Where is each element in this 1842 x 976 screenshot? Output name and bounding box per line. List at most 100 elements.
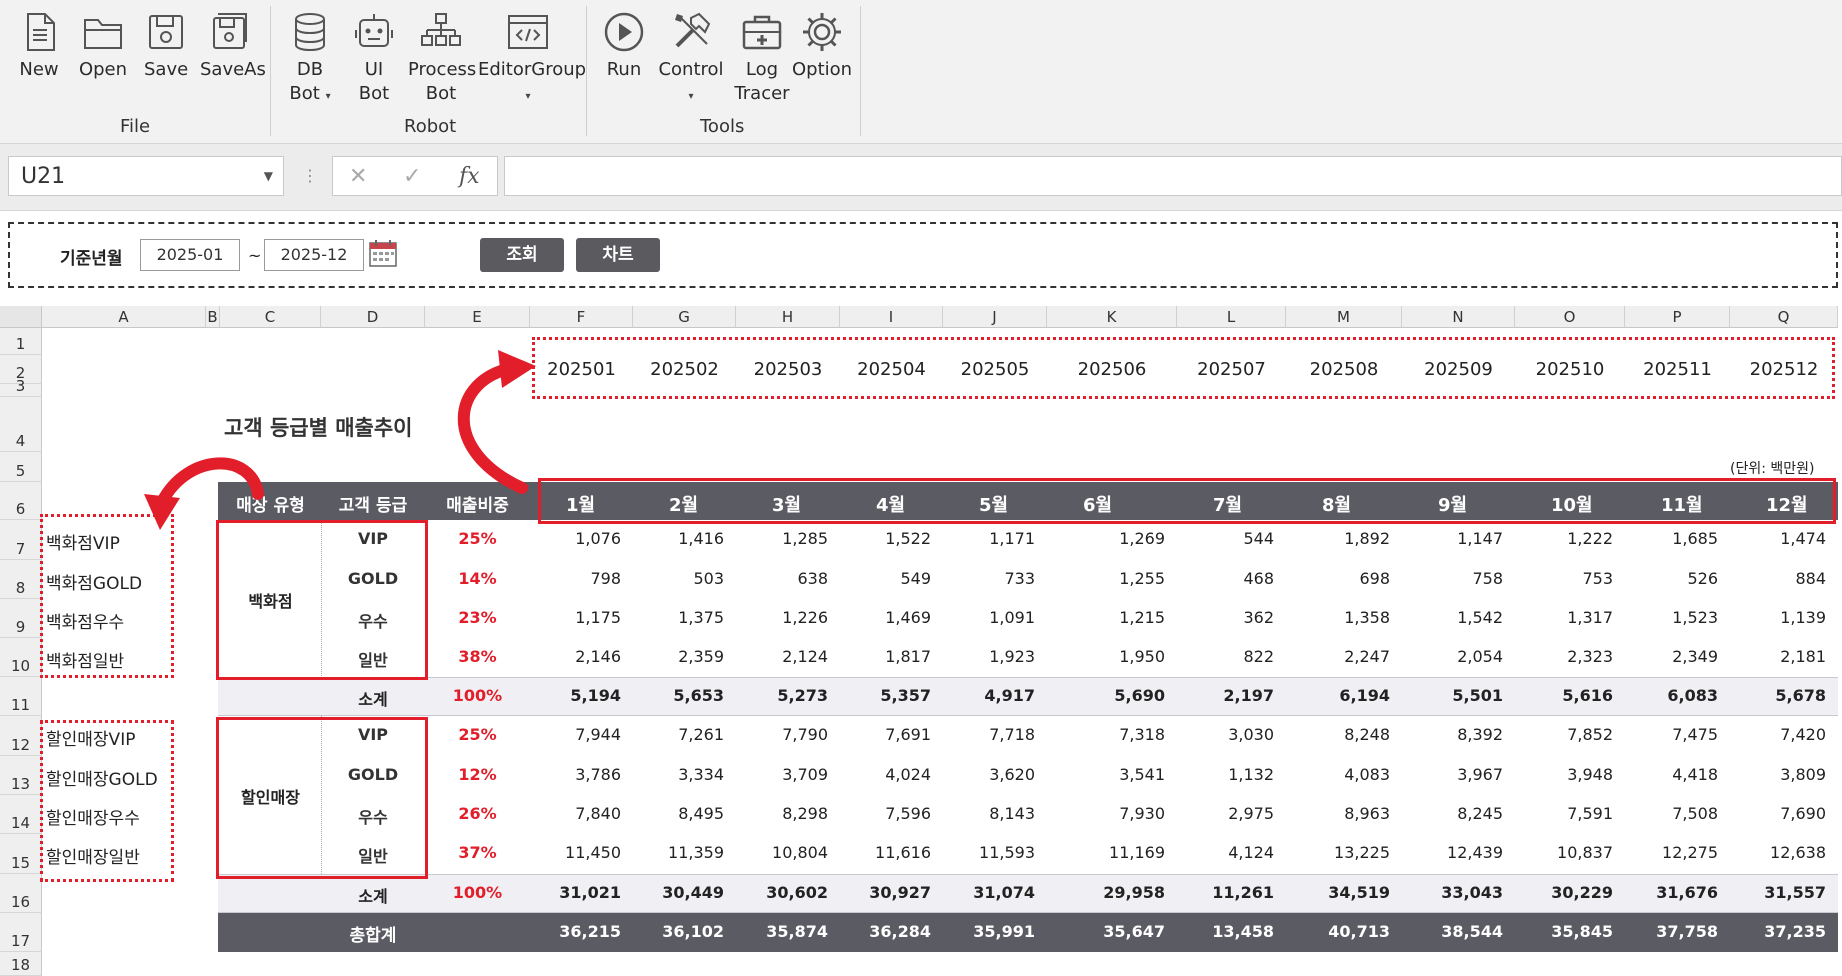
subtotal-value[interactable]: 5,678 <box>1730 686 1826 705</box>
value-cell[interactable]: 2,247 <box>1286 647 1390 666</box>
value-cell[interactable]: 11,359 <box>633 843 724 862</box>
value-cell[interactable]: 12,638 <box>1730 843 1826 862</box>
value-cell[interactable]: 7,318 <box>1047 725 1165 744</box>
value-cell[interactable]: 8,143 <box>943 804 1035 823</box>
value-cell[interactable]: 1,076 <box>530 529 621 548</box>
subtotal-value[interactable]: 2,197 <box>1177 686 1274 705</box>
column-header[interactable]: F <box>530 306 633 328</box>
grand-total-value[interactable]: 36,284 <box>840 922 931 941</box>
row-header[interactable]: 12 <box>0 716 42 756</box>
row-header[interactable]: 3 <box>0 377 42 397</box>
value-cell[interactable]: 1,171 <box>943 529 1035 548</box>
value-cell[interactable]: 822 <box>1177 647 1274 666</box>
grand-total-value[interactable]: 38,544 <box>1402 922 1503 941</box>
confirm-icon[interactable]: ✓ <box>403 164 421 189</box>
value-cell[interactable]: 1,215 <box>1047 608 1165 627</box>
subtotal-value[interactable]: 29,958 <box>1047 883 1165 902</box>
value-cell[interactable]: 7,420 <box>1730 725 1826 744</box>
value-cell[interactable]: 7,790 <box>736 725 828 744</box>
share-cell[interactable]: 26% <box>425 804 530 823</box>
column-header[interactable]: E <box>425 306 530 328</box>
value-cell[interactable]: 884 <box>1730 569 1826 588</box>
value-cell[interactable]: 1,147 <box>1402 529 1503 548</box>
value-cell[interactable]: 8,392 <box>1402 725 1503 744</box>
value-cell[interactable]: 698 <box>1286 569 1390 588</box>
db-bot-button[interactable]: DB Bot ▾ <box>286 10 334 109</box>
row-header[interactable]: 10 <box>0 638 42 677</box>
subtotal-label[interactable]: 소계 <box>321 686 425 710</box>
subtotal-value[interactable]: 5,653 <box>633 686 724 705</box>
value-cell[interactable]: 8,495 <box>633 804 724 823</box>
value-cell[interactable]: 1,892 <box>1286 529 1390 548</box>
column-header[interactable]: B <box>206 306 220 328</box>
value-cell[interactable]: 503 <box>633 569 724 588</box>
value-cell[interactable]: 11,616 <box>840 843 931 862</box>
share-cell[interactable]: 38% <box>425 647 530 666</box>
row-header[interactable]: 7 <box>0 520 42 560</box>
subtotal-value[interactable]: 5,273 <box>736 686 828 705</box>
subtotal-value[interactable]: 30,602 <box>736 883 828 902</box>
value-cell[interactable]: 1,226 <box>736 608 828 627</box>
subtotal-value[interactable]: 31,676 <box>1625 883 1718 902</box>
subtotal-value[interactable]: 4,917 <box>943 686 1035 705</box>
value-cell[interactable]: 1,469 <box>840 608 931 627</box>
value-cell[interactable]: 1,416 <box>633 529 724 548</box>
column-header[interactable]: N <box>1402 306 1515 328</box>
value-cell[interactable]: 1,542 <box>1402 608 1503 627</box>
value-cell[interactable]: 526 <box>1625 569 1718 588</box>
column-header[interactable]: D <box>321 306 425 328</box>
formula-input[interactable] <box>504 156 1842 196</box>
subtotal-value[interactable]: 31,557 <box>1730 883 1826 902</box>
run-button[interactable]: Run <box>602 10 646 82</box>
row-header[interactable]: 1 <box>0 328 42 355</box>
column-header[interactable]: O <box>1515 306 1625 328</box>
query-button[interactable]: 조회 <box>480 238 564 272</box>
grand-total-value[interactable]: 35,874 <box>736 922 828 941</box>
value-cell[interactable]: 3,786 <box>530 765 621 784</box>
row-header[interactable]: 14 <box>0 795 42 834</box>
value-cell[interactable]: 7,508 <box>1625 804 1718 823</box>
value-cell[interactable]: 1,139 <box>1730 608 1826 627</box>
value-cell[interactable]: 2,975 <box>1177 804 1274 823</box>
value-cell[interactable]: 2,323 <box>1515 647 1613 666</box>
row-header[interactable]: 11 <box>0 677 42 716</box>
subtotal-value[interactable]: 31,021 <box>530 883 621 902</box>
column-header[interactable]: I <box>840 306 943 328</box>
value-cell[interactable]: 13,225 <box>1286 843 1390 862</box>
row-header[interactable]: 17 <box>0 913 42 952</box>
value-cell[interactable]: 8,963 <box>1286 804 1390 823</box>
grand-total-value[interactable]: 36,215 <box>530 922 621 941</box>
column-header[interactable]: C <box>220 306 321 328</box>
value-cell[interactable]: 3,334 <box>633 765 724 784</box>
grand-total-value[interactable]: 37,758 <box>1625 922 1718 941</box>
subtotal-value[interactable]: 5,194 <box>530 686 621 705</box>
column-header[interactable]: A <box>42 306 206 328</box>
value-cell[interactable]: 549 <box>840 569 931 588</box>
value-cell[interactable]: 11,450 <box>530 843 621 862</box>
value-cell[interactable]: 1,255 <box>1047 569 1165 588</box>
name-box[interactable]: U21 ▼ <box>8 156 284 196</box>
control-button[interactable]: Control ▾ <box>658 10 724 109</box>
start-month-input[interactable]: 2025-01 <box>140 239 240 271</box>
value-cell[interactable]: 544 <box>1177 529 1274 548</box>
ui-bot-button[interactable]: UI Bot <box>350 10 398 106</box>
chart-button[interactable]: 차트 <box>576 238 660 272</box>
value-cell[interactable]: 1,091 <box>943 608 1035 627</box>
share-cell[interactable]: 23% <box>425 608 530 627</box>
column-header[interactable]: K <box>1047 306 1177 328</box>
value-cell[interactable]: 638 <box>736 569 828 588</box>
value-cell[interactable]: 1,523 <box>1625 608 1718 627</box>
subtotal-value[interactable]: 5,357 <box>840 686 931 705</box>
open-button[interactable]: Open <box>78 10 128 82</box>
value-cell[interactable]: 758 <box>1402 569 1503 588</box>
value-cell[interactable]: 1,269 <box>1047 529 1165 548</box>
value-cell[interactable]: 1,817 <box>840 647 931 666</box>
value-cell[interactable]: 2,146 <box>530 647 621 666</box>
value-cell[interactable]: 1,522 <box>840 529 931 548</box>
row-header[interactable]: 8 <box>0 560 42 599</box>
column-header[interactable]: Q <box>1730 306 1838 328</box>
grand-total-value[interactable]: 35,647 <box>1047 922 1165 941</box>
value-cell[interactable]: 11,593 <box>943 843 1035 862</box>
value-cell[interactable]: 1,685 <box>1625 529 1718 548</box>
subtotal-value[interactable]: 30,229 <box>1515 883 1613 902</box>
